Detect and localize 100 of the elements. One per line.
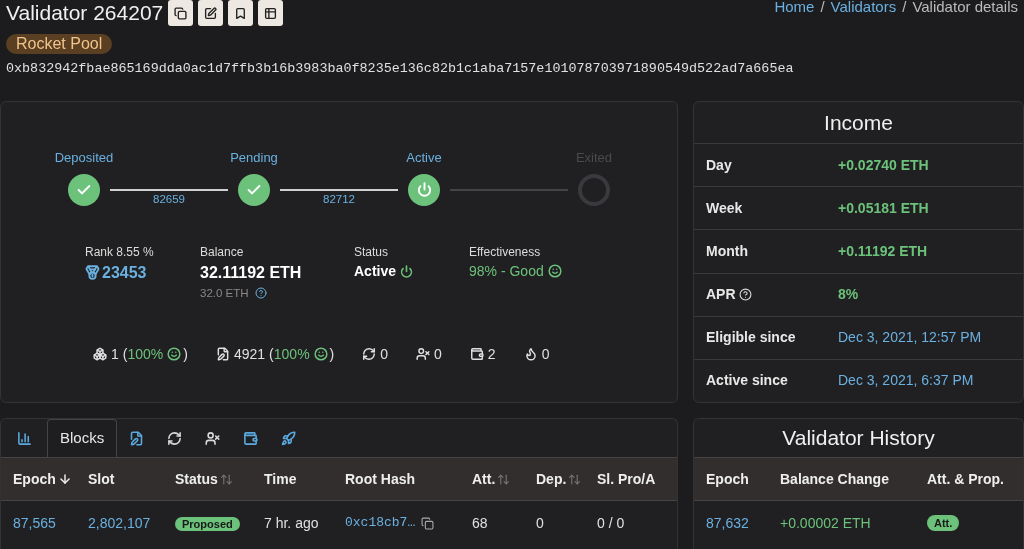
counter-value: 0 [434, 344, 442, 364]
effectiveness-value: 98% - Good [469, 261, 544, 281]
wallet-icon [242, 430, 258, 446]
status-badge: Proposed [175, 516, 240, 531]
bookmark-button[interactable] [228, 0, 254, 26]
epoch-label: 82712 [323, 191, 355, 206]
balance-change: +0.00002 ETH [780, 513, 872, 533]
edit-button[interactable] [198, 0, 224, 26]
column-header[interactable]: Root Hash [345, 468, 472, 490]
copy-icon[interactable] [421, 516, 435, 530]
column-header[interactable]: Balance Change [780, 468, 927, 490]
column-header[interactable]: Epoch [1, 468, 88, 490]
income-value: +0.05181 ETH [838, 198, 929, 218]
income-label: Week [706, 198, 743, 218]
breadcrumb-current: Validator details [912, 0, 1018, 14]
balance-value: 32.11192 ETH [200, 262, 303, 283]
paren: ( [122, 344, 128, 364]
counter-value: 0 [380, 344, 389, 364]
table-icon [264, 6, 278, 20]
column-header[interactable]: Att. [472, 468, 536, 490]
bar-chart-icon [16, 430, 32, 446]
stage-label: Pending [230, 149, 278, 167]
income-label: Month [706, 241, 748, 261]
signed-file-icon [215, 347, 230, 362]
medal-icon [85, 265, 100, 280]
check-icon [68, 173, 100, 206]
rank-value: 23453 [102, 262, 147, 283]
table-button[interactable] [258, 0, 284, 26]
power-icon [408, 173, 440, 206]
crossed-user-icon [416, 347, 431, 362]
table-cell-text: 0 / 0 [597, 513, 625, 533]
column-header[interactable]: Dep. [536, 468, 597, 490]
column-header[interactable]: Att. & Prop. [927, 468, 1023, 490]
income-title: Income [694, 102, 1023, 144]
validator-title: Validator 264207 [6, 0, 164, 26]
stage-label: Deposited [54, 149, 114, 167]
smile-icon [547, 264, 562, 278]
status-label: Status [354, 243, 390, 261]
refresh-icon [166, 430, 182, 446]
counter-value: 4921 [233, 344, 266, 364]
rank-label: Rank 8.55 % [85, 243, 155, 261]
pool-tag: Rocket Pool [6, 34, 113, 54]
income-value: +0.02740 ETH [838, 155, 929, 175]
income-label: Active since [706, 371, 788, 391]
counter-value: 2 [487, 344, 496, 364]
time-cell-text: 7 hr. ago [264, 513, 320, 533]
signed-file-icon [128, 430, 144, 446]
paren: ) [329, 344, 335, 364]
effective-balance: 32.0 ETH [200, 285, 249, 301]
ring-icon [578, 173, 610, 206]
edit-icon [204, 6, 218, 20]
income-value: 8% [838, 285, 859, 305]
history-title: Validator History [781, 425, 936, 452]
flame-icon [523, 347, 538, 362]
smile-icon [313, 347, 328, 362]
slot-link[interactable]: 2,802,107 [88, 512, 175, 534]
paren: ( [269, 344, 274, 364]
rocket-icon [280, 430, 296, 446]
wallet-icon [469, 347, 484, 362]
smile-icon [167, 347, 182, 362]
column-header[interactable]: Slot [88, 468, 175, 490]
check-icon [238, 173, 270, 206]
help-icon[interactable] [254, 287, 267, 300]
refresh-icon [362, 347, 377, 362]
column-header[interactable]: Epoch [694, 468, 780, 490]
income-value: Dec 3, 2021, 12:57 PM [838, 328, 982, 348]
breadcrumb-separator: / [820, 0, 825, 14]
income-label: Eligible since [706, 328, 796, 348]
percent-value: 100% [273, 344, 310, 364]
effectiveness-label: Effectiveness [469, 243, 542, 261]
epoch-label: 82659 [153, 191, 185, 206]
breadcrumb-link[interactable]: Validators [830, 0, 897, 14]
status-value: Active [354, 261, 397, 281]
sort-icon[interactable] [57, 472, 72, 486]
duty-badge: Att. [927, 514, 960, 532]
copy-button[interactable] [168, 0, 194, 26]
copy-icon [174, 6, 188, 20]
bookmark-icon [234, 6, 248, 20]
paren: ) [183, 344, 188, 364]
root-hash-link[interactable]: 0xc18cb7… [345, 513, 416, 533]
breadcrumb-link[interactable]: Home [774, 0, 815, 14]
column-header[interactable]: Status [175, 468, 264, 490]
income-label: Day [706, 155, 732, 175]
counter-value: 0 [541, 344, 550, 364]
income-value: +0.11192 ETH [838, 241, 928, 261]
balance-label: Balance [200, 243, 245, 261]
breadcrumb-separator: / [902, 0, 907, 14]
stage-label: Active [406, 149, 442, 167]
epoch-link[interactable]: 87,565 [1, 512, 88, 534]
column-header[interactable]: Time [264, 468, 345, 490]
crossed-user-icon [204, 430, 220, 446]
column-header[interactable]: Sl. Pro/A [597, 468, 677, 490]
blocks-tab[interactable]: Blocks [47, 419, 118, 457]
counter-value: 1 [111, 344, 119, 364]
percent-value: 100% [127, 344, 164, 364]
income-label: APR [706, 285, 736, 305]
public-key: 0xb832942fbae865169dda0ac1d7ffb3b16b3983ba0f8235e136c82b1c1aba7157e101078703971890549d522ad7a665ea [0, 61, 1024, 77]
power-icon [400, 264, 414, 278]
table-cell-text: 68 [472, 513, 489, 533]
epoch-link[interactable]: 87,632 [694, 512, 780, 534]
